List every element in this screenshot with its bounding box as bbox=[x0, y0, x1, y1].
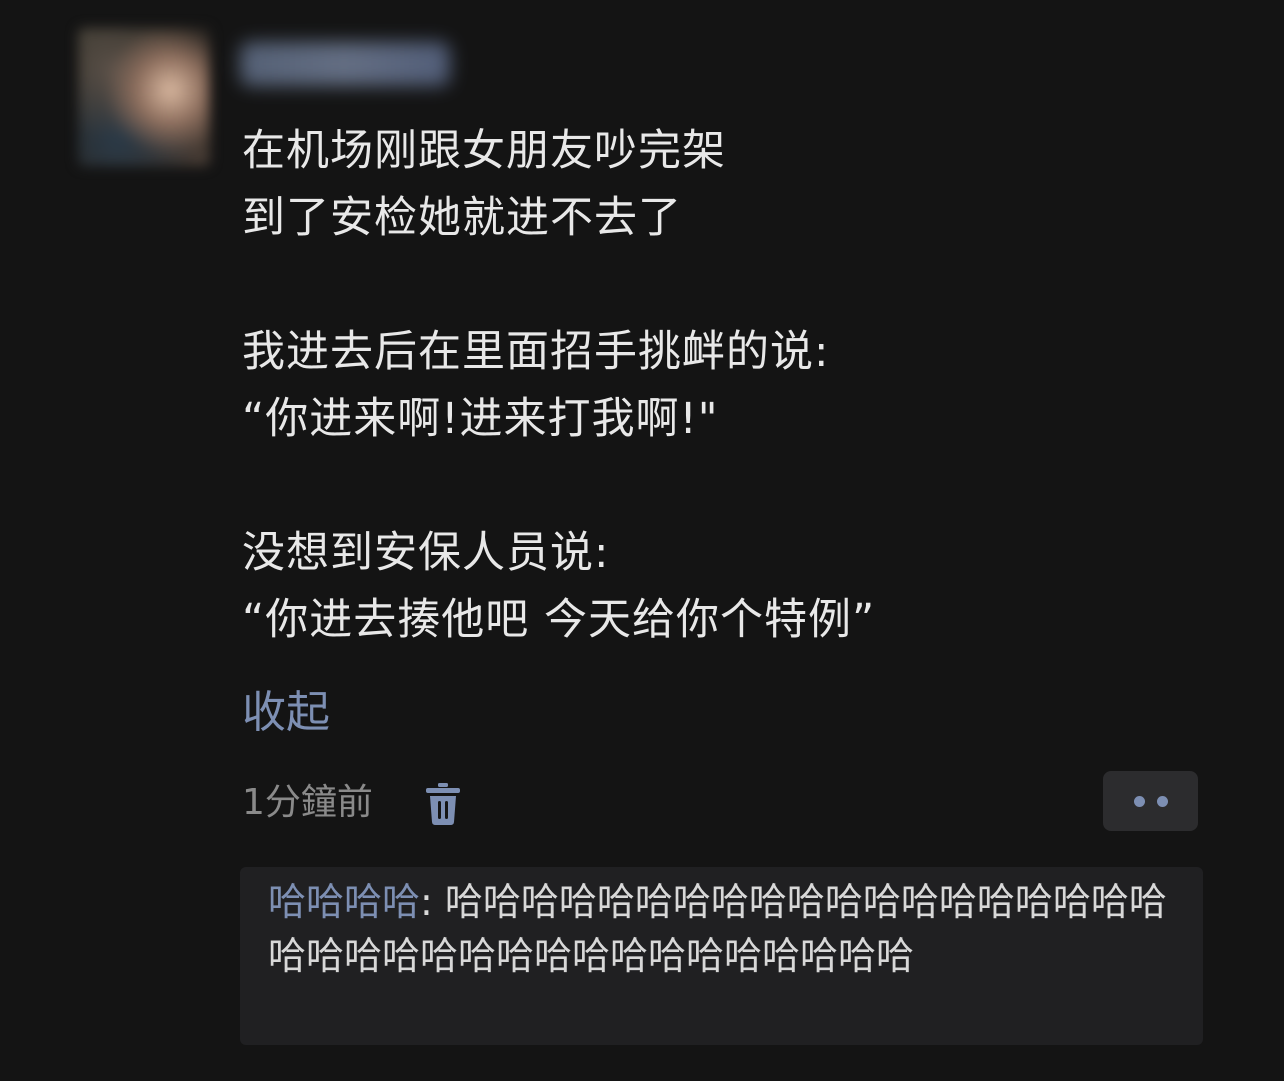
post-line: 到了安检她就进不去了 bbox=[242, 193, 682, 243]
trash-icon-graphic bbox=[426, 783, 460, 825]
comment-author[interactable]: 哈哈哈哈 bbox=[268, 880, 420, 924]
username[interactable] bbox=[240, 42, 450, 86]
post-line: “你进来啊!进来打我啊!" bbox=[242, 394, 719, 444]
more-dots-icon bbox=[1134, 796, 1145, 807]
post-line bbox=[242, 252, 1242, 319]
comment-box: 哈哈哈哈: 哈哈哈哈哈哈哈哈哈哈哈哈哈哈哈哈哈哈哈哈哈哈哈哈哈哈哈哈哈哈哈哈哈哈… bbox=[240, 867, 1203, 1045]
more-dots-icon bbox=[1157, 796, 1168, 807]
comment-separator: : bbox=[420, 880, 445, 924]
post-line: 在机场刚跟女朋友吵完架 bbox=[242, 126, 726, 176]
post-text: 在机场刚跟女朋友吵完架 到了安检她就进不去了 我进去后在里面招手挑衅的说: “你… bbox=[242, 118, 1242, 654]
post-line: 没想到安保人员说: bbox=[242, 528, 610, 578]
more-button[interactable] bbox=[1103, 771, 1198, 831]
post-timestamp: 1分鐘前 bbox=[242, 782, 373, 823]
post-line: “你进去揍他吧 今天给你个特例” bbox=[242, 595, 876, 645]
comment-item[interactable]: 哈哈哈哈: 哈哈哈哈哈哈哈哈哈哈哈哈哈哈哈哈哈哈哈哈哈哈哈哈哈哈哈哈哈哈哈哈哈哈… bbox=[268, 875, 1188, 983]
collapse-link[interactable]: 收起 bbox=[242, 683, 330, 743]
post-line bbox=[242, 453, 1242, 520]
avatar[interactable] bbox=[78, 28, 210, 166]
post-line: 我进去后在里面招手挑衅的说: bbox=[242, 327, 830, 377]
trash-icon[interactable] bbox=[424, 782, 462, 826]
